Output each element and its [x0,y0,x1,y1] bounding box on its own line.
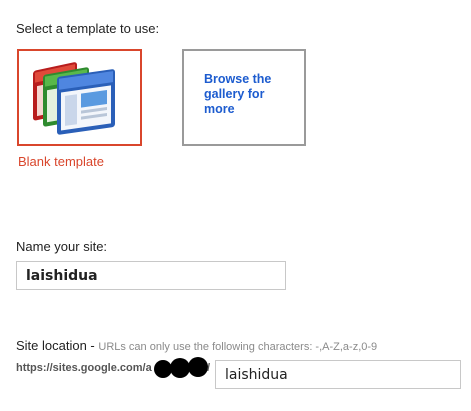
site-template-icon [33,62,115,135]
blank-template-label: Blank template [18,154,104,169]
site-name-label: Name your site: [16,239,108,254]
site-location-title: Site location - [16,338,99,353]
browse-gallery-tile[interactable]: Browse the gallery for more [182,49,306,146]
template-heading: Select a template to use: [16,21,160,36]
redaction-mark [170,358,190,378]
site-name-input[interactable] [16,261,286,290]
site-location-label: Site location - URLs can only use the fo… [16,338,377,353]
browse-gallery-link[interactable]: Browse the gallery for more [204,72,294,117]
blank-template-tile[interactable] [17,49,142,146]
url-prefix-text: https://sites.google.com/a [16,362,152,374]
site-location-input[interactable] [215,360,461,389]
url-slash: / [207,362,211,374]
redaction-mark [188,357,208,377]
site-location-hint: URLs can only use the following characte… [98,341,378,353]
url-prefix: https://sites.google.com/a [16,362,152,374]
